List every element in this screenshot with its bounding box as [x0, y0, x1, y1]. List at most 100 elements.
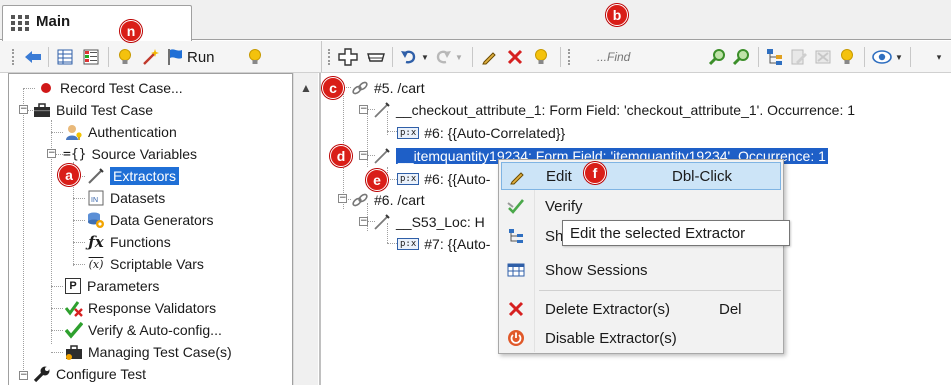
tree-item-label: Verify & Auto-config...	[88, 322, 222, 338]
tree-item-label: Response Validators	[88, 300, 217, 316]
tree-item-label: Source Variables	[91, 146, 198, 162]
tree-item-label: Build Test Case	[56, 102, 154, 118]
toolbar-overflow-button[interactable]: ▾	[932, 47, 946, 67]
extractor-icon	[373, 213, 391, 231]
run-button[interactable]: Run	[166, 47, 228, 67]
link-chain-icon	[351, 191, 369, 209]
tree-item-verify-auto-config[interactable]: Verify & Auto-config...	[65, 319, 222, 341]
tree-item-response-validators[interactable]: Response Validators	[65, 297, 216, 319]
view-options-button[interactable]	[870, 47, 894, 67]
add-node-button[interactable]	[336, 47, 360, 67]
hint-bulb-button[interactable]	[114, 47, 136, 67]
menu-item-show-sessions[interactable]: Show Sessions	[501, 256, 781, 284]
tree-item-data-generators[interactable]: Data Generators	[87, 209, 214, 231]
delete-x-icon	[507, 300, 525, 318]
tree-item-record-test-case[interactable]: Record Test Case...	[37, 77, 183, 99]
menu-item-delete-extractor[interactable]: Delete Extractor(s) Del	[501, 295, 781, 323]
tree-item-managing-test-cases[interactable]: Managing Test Case(s)	[65, 341, 232, 363]
tab-main[interactable]: Main	[2, 5, 192, 41]
toolbar-grip	[12, 49, 14, 65]
edit-disabled-button[interactable]	[788, 47, 810, 67]
menu-item-edit[interactable]: Edit Dbl-Click	[501, 162, 781, 190]
undo-icon	[401, 50, 416, 64]
find-previous-button[interactable]	[730, 47, 752, 67]
menu-item-disable-extractor[interactable]: Disable Extractor(s)	[501, 324, 781, 352]
table-view-button[interactable]	[54, 47, 76, 67]
collapse-toggle[interactable]: −	[359, 217, 368, 226]
svg-text:IN: IN	[91, 197, 98, 204]
delete-button[interactable]	[504, 47, 526, 67]
list-view-button[interactable]	[80, 47, 102, 67]
tree-item-parameters[interactable]: P Parameters	[65, 275, 159, 297]
find-next-button[interactable]	[706, 47, 728, 67]
tree-item-authentication[interactable]: Authentication	[65, 121, 177, 143]
search-icon	[708, 49, 725, 66]
menu-item-verify[interactable]: Verify	[501, 192, 781, 220]
undo-dropdown-button[interactable]: ▼	[420, 47, 430, 67]
extractor-icon	[373, 101, 391, 119]
wrench-icon	[33, 365, 51, 383]
collapse-toggle[interactable]: −	[338, 194, 347, 203]
user-key-icon	[65, 123, 83, 141]
extractor-node[interactable]: __checkout_attribute_1: Form Field: 'che…	[373, 99, 855, 121]
tree-structure-icon	[507, 227, 525, 245]
hint-bulb-button[interactable]	[836, 47, 858, 67]
eraser-button[interactable]	[364, 47, 388, 67]
magic-wand-button[interactable]	[140, 47, 162, 67]
tree-item-functions[interactable]: ƒx Functions	[87, 231, 170, 253]
tooltip: Edit the selected Extractor	[562, 220, 790, 246]
view-options-dropdown[interactable]: ▼	[894, 47, 904, 67]
redo-button[interactable]	[432, 47, 454, 67]
lightbulb-icon	[841, 49, 853, 64]
annotation-badge-b: b	[606, 4, 628, 26]
request-node[interactable]: #5. /cart	[351, 77, 425, 99]
tree-tool-button[interactable]	[764, 47, 786, 67]
redo-dropdown-button[interactable]: ▼	[454, 47, 464, 67]
extractor-node[interactable]: __S53_Loc: H	[373, 211, 485, 233]
edit-button[interactable]	[478, 47, 500, 67]
back-arrow-button[interactable]	[22, 47, 44, 67]
collapse-toggle[interactable]: −	[19, 371, 28, 380]
tab-bar: Main	[0, 0, 951, 41]
left-nav-pane: − − − Record Test Case... Build Test Cas…	[0, 73, 321, 385]
usage-node[interactable]: p:x #6: {{Auto-	[397, 168, 490, 190]
briefcase-icon	[65, 343, 83, 361]
request-node-label: #6. /cart	[374, 192, 425, 208]
dataset-icon: IN	[87, 189, 105, 207]
sessions-table-icon	[507, 261, 525, 279]
chevron-down-icon: ▼	[455, 52, 463, 62]
request-node[interactable]: #6. /cart	[351, 189, 425, 211]
lightbulb-icon	[119, 49, 131, 64]
lightbulb-icon	[249, 49, 261, 64]
extractor-node-label: __checkout_attribute_1: Form Field: 'che…	[396, 102, 856, 118]
remove-disabled-button[interactable]	[812, 47, 834, 67]
annotation-badge-a: a	[58, 164, 80, 186]
collapse-toggle[interactable]: −	[359, 151, 368, 160]
tree-item-extractors[interactable]: Extractors	[87, 165, 180, 187]
collapse-toggle[interactable]: −	[19, 105, 28, 114]
usage-node[interactable]: p:x #6: {{Auto-Correlated}}	[397, 122, 565, 144]
collapse-toggle[interactable]: −	[47, 149, 56, 158]
source-variables-icon: ={}	[63, 146, 87, 162]
table-icon	[57, 49, 73, 65]
remove-image-icon	[815, 50, 831, 64]
tree-item-configure-test[interactable]: Configure Test	[33, 363, 146, 385]
run-hint-button[interactable]	[244, 47, 266, 67]
find-input[interactable]	[593, 47, 701, 67]
tree-item-scriptable-vars[interactable]: (x) Scriptable Vars	[87, 253, 204, 275]
scroll-up-arrow-icon[interactable]: ▲	[300, 81, 312, 95]
undo-button[interactable]	[398, 47, 420, 67]
tree-item-datasets[interactable]: IN Datasets	[87, 187, 165, 209]
grid-icon	[11, 15, 29, 31]
tree-item-source-variables[interactable]: ={} Source Variables	[63, 143, 197, 165]
left-pane-scrollbar[interactable]: ▲	[293, 73, 318, 385]
tree-item-label: Record Test Case...	[60, 80, 183, 96]
hint-bulb-button[interactable]	[530, 47, 552, 67]
usage-node[interactable]: p:x #7: {{Auto-	[397, 233, 490, 255]
add-icon	[338, 48, 358, 66]
collapse-toggle[interactable]: −	[359, 105, 368, 114]
validator-icon	[65, 299, 83, 317]
tree-item-build-test-case[interactable]: Build Test Case	[33, 99, 153, 121]
menu-item-label: Show Sessions	[545, 261, 648, 279]
link-chain-icon	[351, 79, 369, 97]
